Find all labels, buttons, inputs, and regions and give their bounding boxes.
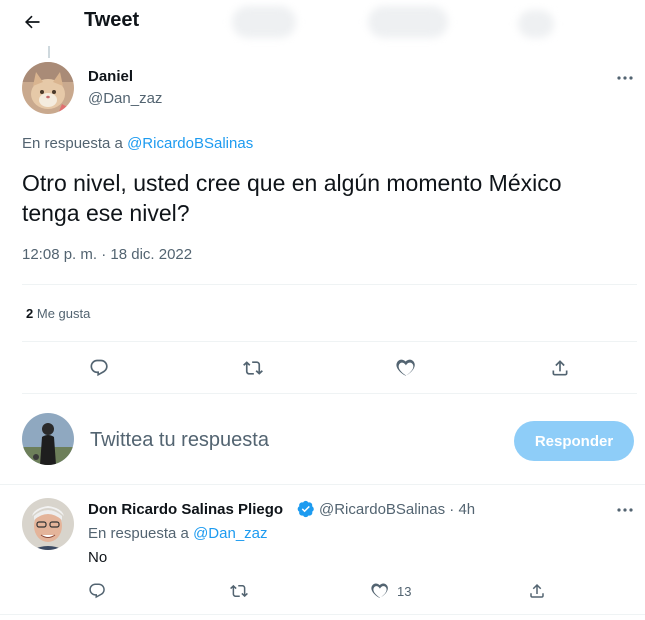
heart-icon xyxy=(371,583,388,598)
blurred-element xyxy=(232,6,296,38)
like-button[interactable]: 13 xyxy=(371,582,411,600)
share-icon xyxy=(530,583,544,598)
reply-icon xyxy=(89,583,105,599)
likes-count-link[interactable]: 2 Me gusta xyxy=(26,306,90,321)
verified-badge-icon xyxy=(297,500,315,518)
tweet-timestamp[interactable]: 12:08 p. m. · 18 dic. 2022 xyxy=(22,246,192,263)
blurred-element xyxy=(368,6,448,38)
author-handle[interactable]: @Dan_zaz xyxy=(88,90,162,107)
avatar[interactable] xyxy=(22,498,74,550)
like-button[interactable] xyxy=(396,358,416,378)
reply-composer-input[interactable]: Twittea tu respuesta xyxy=(90,429,269,452)
reply-button[interactable] xyxy=(88,582,106,600)
reply-to-handle-link[interactable]: @RicardoBSalinas xyxy=(127,135,253,152)
retweet-button[interactable] xyxy=(229,582,249,600)
user-avatar[interactable] xyxy=(22,413,74,465)
divider xyxy=(0,614,645,615)
reply-icon xyxy=(90,359,108,377)
share-button[interactable] xyxy=(528,582,546,600)
back-arrow-icon[interactable] xyxy=(18,8,46,36)
like-count: 13 xyxy=(397,583,412,599)
reply-button[interactable] xyxy=(89,358,109,378)
share-icon xyxy=(552,360,568,376)
more-options-icon[interactable] xyxy=(614,502,636,518)
reply-tweet-text: No xyxy=(88,549,108,566)
in-reply-to: En respuesta a @RicardoBSalinas xyxy=(22,135,253,152)
share-button[interactable] xyxy=(550,358,570,378)
divider xyxy=(0,484,645,485)
reply-to-handle-link[interactable]: @Dan_zaz xyxy=(193,525,267,542)
divider xyxy=(22,284,637,285)
divider xyxy=(22,393,637,394)
respond-button[interactable]: Responder xyxy=(514,421,634,461)
heart-icon xyxy=(396,359,415,376)
more-options-icon[interactable] xyxy=(614,70,636,86)
reply-author-handle-time[interactable]: @RicardoBSalinas · 4h xyxy=(319,501,475,518)
reply-prefix: En respuesta a xyxy=(88,525,189,542)
likes-label: Me gusta xyxy=(36,306,91,321)
retweet-icon xyxy=(230,584,248,598)
tweet-text: Otro nivel, usted cree que en algún mome… xyxy=(22,170,562,226)
avatar[interactable] xyxy=(22,62,74,114)
blurred-element xyxy=(518,10,554,38)
likes-count: 2 xyxy=(26,306,34,321)
divider xyxy=(22,341,637,342)
retweet-icon xyxy=(243,361,263,375)
author-name[interactable]: Daniel xyxy=(88,68,133,85)
thread-connector xyxy=(48,46,50,58)
top-bar: Tweet xyxy=(0,0,645,44)
retweet-button[interactable] xyxy=(242,358,264,378)
page-title: Tweet xyxy=(84,9,140,31)
reply-prefix: En respuesta a xyxy=(22,135,123,152)
reply-in-reply-to: En respuesta a @Dan_zaz xyxy=(88,525,268,542)
reply-author-name[interactable]: Don Ricardo Salinas Pliego xyxy=(88,501,283,518)
